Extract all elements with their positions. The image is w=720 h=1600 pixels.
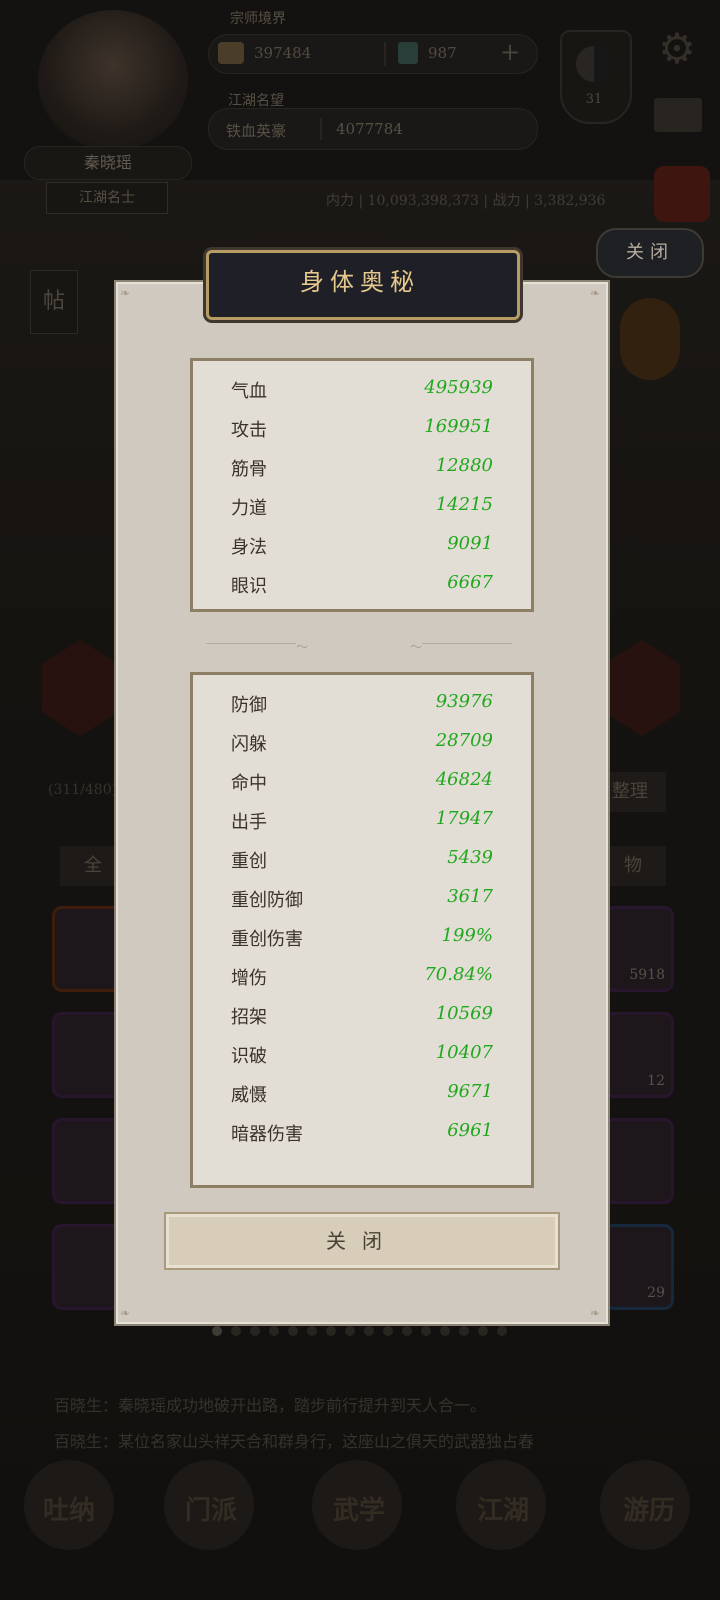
stat-label: 招架	[231, 1007, 267, 1028]
stat-label: 身法	[231, 537, 267, 558]
divider-ornament: 〜	[296, 640, 309, 654]
stat-row: 威慑 9671	[193, 1075, 531, 1113]
stat-label: 闪躲	[231, 734, 267, 755]
stat-value: 70.84%	[424, 964, 493, 985]
stat-row: 眼识 6667	[193, 566, 531, 604]
stat-value: 10407	[435, 1042, 493, 1063]
stat-value: 5439	[447, 847, 493, 868]
stat-value: 17947	[435, 808, 493, 829]
stat-row: 筋骨 12880	[193, 449, 531, 487]
corner-ornament: ❧	[120, 1306, 131, 1320]
stat-label: 命中	[231, 773, 267, 794]
stat-row: 重创伤害 199%	[193, 919, 531, 957]
stat-value: 10569	[435, 1003, 493, 1024]
stat-row: 气血 495939	[193, 371, 531, 409]
stat-row: 攻击 169951	[193, 410, 531, 448]
stat-row: 力道 14215	[193, 488, 531, 526]
stat-value: 6667	[447, 572, 493, 593]
primary-stats-panel: 气血 495939 攻击 169951 筋骨 12880 力道 14215 身法 9091…	[190, 358, 534, 612]
stat-row: 出手 17947	[193, 802, 531, 840]
stat-value: 9671	[447, 1081, 493, 1102]
stat-label: 力道	[231, 498, 267, 519]
corner-ornament: ❧	[590, 1306, 601, 1320]
dialog-title: 身体奥秘	[300, 268, 420, 296]
stat-value: 93976	[435, 691, 493, 712]
stat-label: 筋骨	[231, 459, 267, 480]
stat-value: 3617	[447, 886, 493, 907]
divider-line	[206, 643, 296, 644]
stat-value: 14215	[435, 494, 493, 515]
stat-label: 增伤	[231, 968, 267, 989]
stat-value: 9091	[447, 533, 493, 554]
stat-label: 攻击	[231, 420, 267, 441]
stat-value: 46824	[435, 769, 493, 790]
stat-value: 6961	[447, 1120, 493, 1141]
stat-row: 防御 93976	[193, 685, 531, 723]
stat-label: 防御	[231, 695, 267, 716]
secondary-stats-panel[interactable]: 防御 93976 闪躲 28709 命中 46824 出手 17947 重创 5439 重…	[190, 672, 534, 1188]
stat-row: 招架 10569	[193, 997, 531, 1035]
top-close-button[interactable]: 关闭	[596, 228, 704, 278]
stat-row: 暗器伤害 6961	[193, 1114, 531, 1152]
stat-row: 增伤 70.84%	[193, 958, 531, 996]
stat-label: 威慑	[231, 1085, 267, 1106]
stat-value: 199%	[441, 925, 493, 946]
stat-row: 命中 46824	[193, 763, 531, 801]
corner-ornament: ❧	[120, 286, 131, 300]
stat-row: 重创防御 3617	[193, 880, 531, 918]
stat-value: 169951	[424, 416, 493, 437]
stat-row: 闪躲 28709	[193, 724, 531, 762]
divider-line	[422, 643, 512, 644]
stat-value: 28709	[435, 730, 493, 751]
stat-label: 重创伤害	[231, 929, 303, 950]
stat-row: 身法 9091	[193, 527, 531, 565]
stat-label: 出手	[231, 812, 267, 833]
stat-label: 暗器伤害	[231, 1124, 303, 1145]
stat-label: 识破	[231, 1046, 267, 1067]
divider-ornament: 〜	[409, 640, 422, 654]
stat-label: 眼识	[231, 576, 267, 597]
stat-label: 重创防御	[231, 890, 303, 911]
stat-row: 识破 10407	[193, 1036, 531, 1074]
corner-ornament: ❧	[590, 286, 601, 300]
stat-row: 重创 5439	[193, 841, 531, 879]
dialog-close-button[interactable]: 关闭	[164, 1212, 560, 1270]
section-divider: 〜 〜	[196, 638, 522, 654]
stat-label: 重创	[231, 851, 267, 872]
stat-label: 气血	[231, 381, 267, 402]
stat-value: 495939	[424, 377, 493, 398]
stat-value: 12880	[435, 455, 493, 476]
